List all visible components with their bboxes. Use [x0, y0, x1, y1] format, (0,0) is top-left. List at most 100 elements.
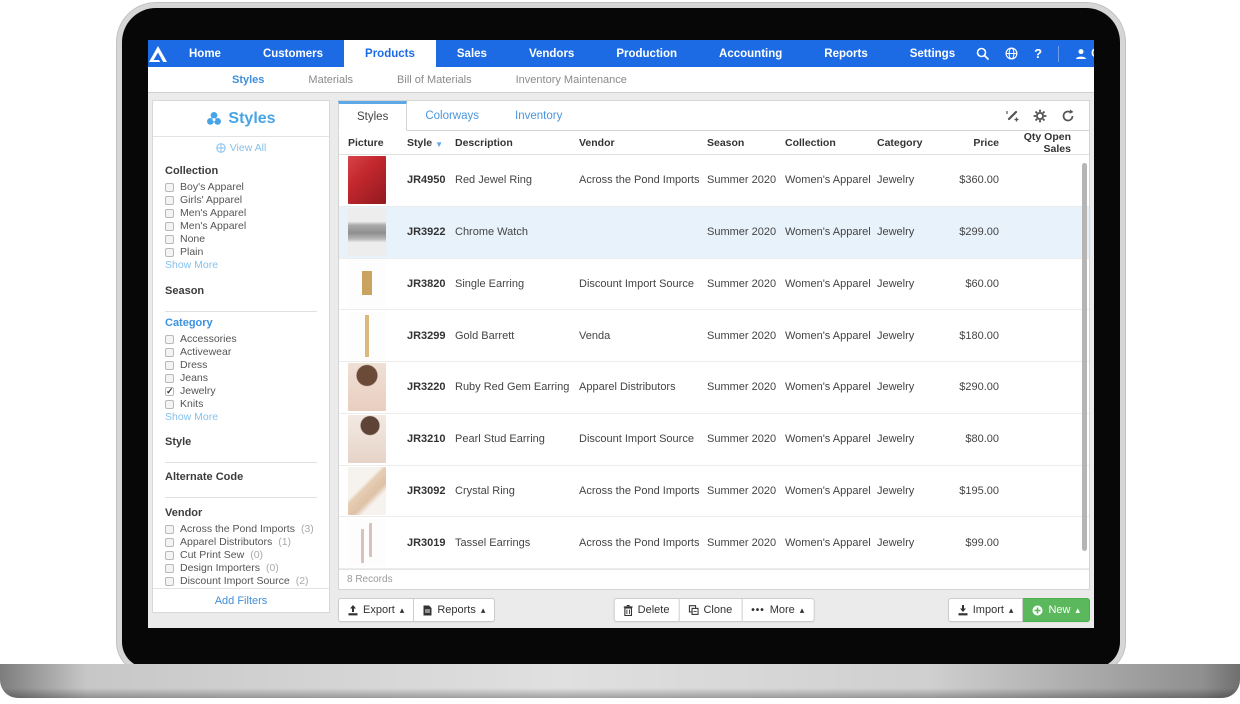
nav-item-accounting[interactable]: Accounting — [698, 40, 803, 67]
filter-option[interactable]: Men's Apparel — [165, 220, 317, 233]
filter-option[interactable]: Men's Apparel — [165, 207, 317, 220]
checkbox[interactable] — [165, 525, 174, 534]
brand-logo[interactable] — [148, 40, 168, 67]
add-filters-link[interactable]: Add Filters — [153, 588, 329, 612]
nav-item-home[interactable]: Home — [168, 40, 242, 67]
filter-option[interactable]: None — [165, 233, 317, 246]
table-row[interactable]: JR4950 Red Jewel Ring Across the Pond Im… — [339, 155, 1089, 207]
col-qty-open-sales[interactable]: Qty Open Sales — [999, 131, 1089, 155]
filter-option-label: Accessories — [180, 333, 237, 346]
checkbox[interactable] — [165, 400, 174, 409]
nav-item-vendors[interactable]: Vendors — [508, 40, 595, 67]
col-collection[interactable]: Collection — [785, 137, 877, 149]
category-filter-list: Accessories Activewear Dress Jeans Jewel… — [165, 333, 317, 411]
checkbox[interactable] — [165, 361, 174, 370]
clone-button[interactable]: Clone — [679, 598, 742, 622]
tab-styles[interactable]: Styles — [338, 101, 407, 131]
filter-option[interactable]: Design Importers(0) — [165, 562, 317, 575]
table-row[interactable]: JR3220 Ruby Red Gem Earring Apparel Dist… — [339, 362, 1089, 414]
checkbox[interactable] — [165, 209, 174, 218]
checkbox[interactable] — [165, 222, 174, 231]
filter-option[interactable]: Jeans — [165, 372, 317, 385]
table-row[interactable]: JR3210 Pearl Stud Earring Discount Impor… — [339, 414, 1089, 466]
nav-item-sales[interactable]: Sales — [436, 40, 508, 67]
new-button[interactable]: New ▴ — [1023, 598, 1090, 622]
filter-option[interactable]: Accessories — [165, 333, 317, 346]
export-button[interactable]: Export ▴ — [338, 598, 414, 622]
col-style[interactable]: Style▼ — [407, 137, 455, 149]
filter-option[interactable]: Girls' Apparel — [165, 194, 317, 207]
laptop-base-lip — [0, 688, 1240, 698]
nav-item-customers[interactable]: Customers — [242, 40, 344, 67]
col-price[interactable]: Price — [941, 137, 999, 149]
checkbox[interactable] — [165, 538, 174, 547]
filter-option[interactable]: Activewear — [165, 346, 317, 359]
checkbox[interactable] — [165, 335, 174, 344]
filter-option[interactable]: Plain — [165, 246, 317, 259]
refresh-icon[interactable] — [1061, 109, 1075, 123]
table-row[interactable]: JR3299 Gold Barrett Venda Summer 2020 Wo… — [339, 310, 1089, 362]
cell-style: JR3019 — [407, 537, 455, 549]
filter-option[interactable]: Boy's Apparel — [165, 181, 317, 194]
category-show-more-link[interactable]: Show More — [165, 411, 317, 424]
product-image — [348, 519, 386, 567]
plus-circle-icon — [1032, 605, 1043, 616]
checkbox-checked[interactable] — [165, 387, 174, 396]
checkbox[interactable] — [165, 248, 174, 257]
col-vendor[interactable]: Vendor — [579, 137, 707, 149]
grid-scrollbar[interactable] — [1082, 163, 1087, 551]
table-row-selected[interactable]: JR3922 Chrome Watch Summer 2020 Women's … — [339, 207, 1089, 259]
import-button[interactable]: Import ▴ — [948, 598, 1024, 622]
col-category[interactable]: Category — [877, 137, 941, 149]
table-row[interactable]: JR3019 Tassel Earrings Across the Pond I… — [339, 517, 1089, 569]
reports-button[interactable]: Reports ▴ — [414, 598, 495, 622]
delete-button[interactable]: Delete — [614, 598, 680, 622]
checkbox[interactable] — [165, 235, 174, 244]
help-icon[interactable]: ? — [1034, 46, 1042, 61]
cell-season: Summer 2020 — [707, 174, 785, 186]
checkbox[interactable] — [165, 577, 174, 586]
view-all-link[interactable]: View All — [153, 137, 329, 159]
nav-item-settings[interactable]: Settings — [889, 40, 976, 67]
col-picture[interactable]: Picture — [339, 137, 407, 149]
checkbox[interactable] — [165, 196, 174, 205]
filter-section-style: Style — [165, 436, 317, 448]
cell-vendor: Across the Pond Imports — [579, 537, 707, 549]
filter-option[interactable]: Dress — [165, 359, 317, 372]
globe-icon[interactable] — [1005, 47, 1018, 60]
sidebar-scroll-area[interactable]: Collection Boy's Apparel Girls' Apparel … — [153, 159, 329, 588]
subnav-item-styles[interactable]: Styles — [210, 74, 286, 86]
filter-option[interactable]: Cut Print Sew(0) — [165, 549, 317, 562]
gear-icon[interactable] — [1033, 109, 1047, 123]
nav-item-products[interactable]: Products — [344, 40, 436, 67]
collection-show-more-link[interactable]: Show More — [165, 259, 317, 272]
subnav-item-materials[interactable]: Materials — [286, 74, 375, 86]
filter-option[interactable]: Knits — [165, 398, 317, 411]
export-icon — [348, 605, 358, 616]
magic-wand-icon[interactable] — [1005, 109, 1019, 123]
checkbox[interactable] — [165, 374, 174, 383]
user-menu[interactable]: CEO ▾ — [1075, 48, 1094, 60]
subnav-item-bill-of-materials[interactable]: Bill of Materials — [375, 74, 494, 86]
col-season[interactable]: Season — [707, 137, 785, 149]
checkbox[interactable] — [165, 551, 174, 560]
nav-item-production[interactable]: Production — [595, 40, 698, 67]
tab-colorways[interactable]: Colorways — [407, 101, 497, 130]
filter-option[interactable]: Discount Import Source(2) — [165, 575, 317, 588]
col-description[interactable]: Description — [455, 137, 579, 149]
filter-option[interactable]: Jewelry — [165, 385, 317, 398]
filter-section-vendor: Vendor — [165, 507, 317, 519]
table-row[interactable]: JR3820 Single Earring Discount Import So… — [339, 259, 1089, 311]
subnav-item-inventory-maintenance[interactable]: Inventory Maintenance — [494, 74, 649, 86]
checkbox[interactable] — [165, 183, 174, 192]
filter-option[interactable]: Across the Pond Imports(3) — [165, 523, 317, 536]
tab-inventory[interactable]: Inventory — [497, 101, 580, 130]
screenshot-stage: Home Customers Products Sales Vendors Pr… — [0, 0, 1240, 704]
search-icon[interactable] — [976, 47, 989, 60]
filter-option[interactable]: Apparel Distributors(1) — [165, 536, 317, 549]
table-row[interactable]: JR3092 Crystal Ring Across the Pond Impo… — [339, 466, 1089, 518]
more-button[interactable]: ••• More ▴ — [742, 598, 814, 622]
checkbox[interactable] — [165, 564, 174, 573]
checkbox[interactable] — [165, 348, 174, 357]
nav-item-reports[interactable]: Reports — [803, 40, 888, 67]
